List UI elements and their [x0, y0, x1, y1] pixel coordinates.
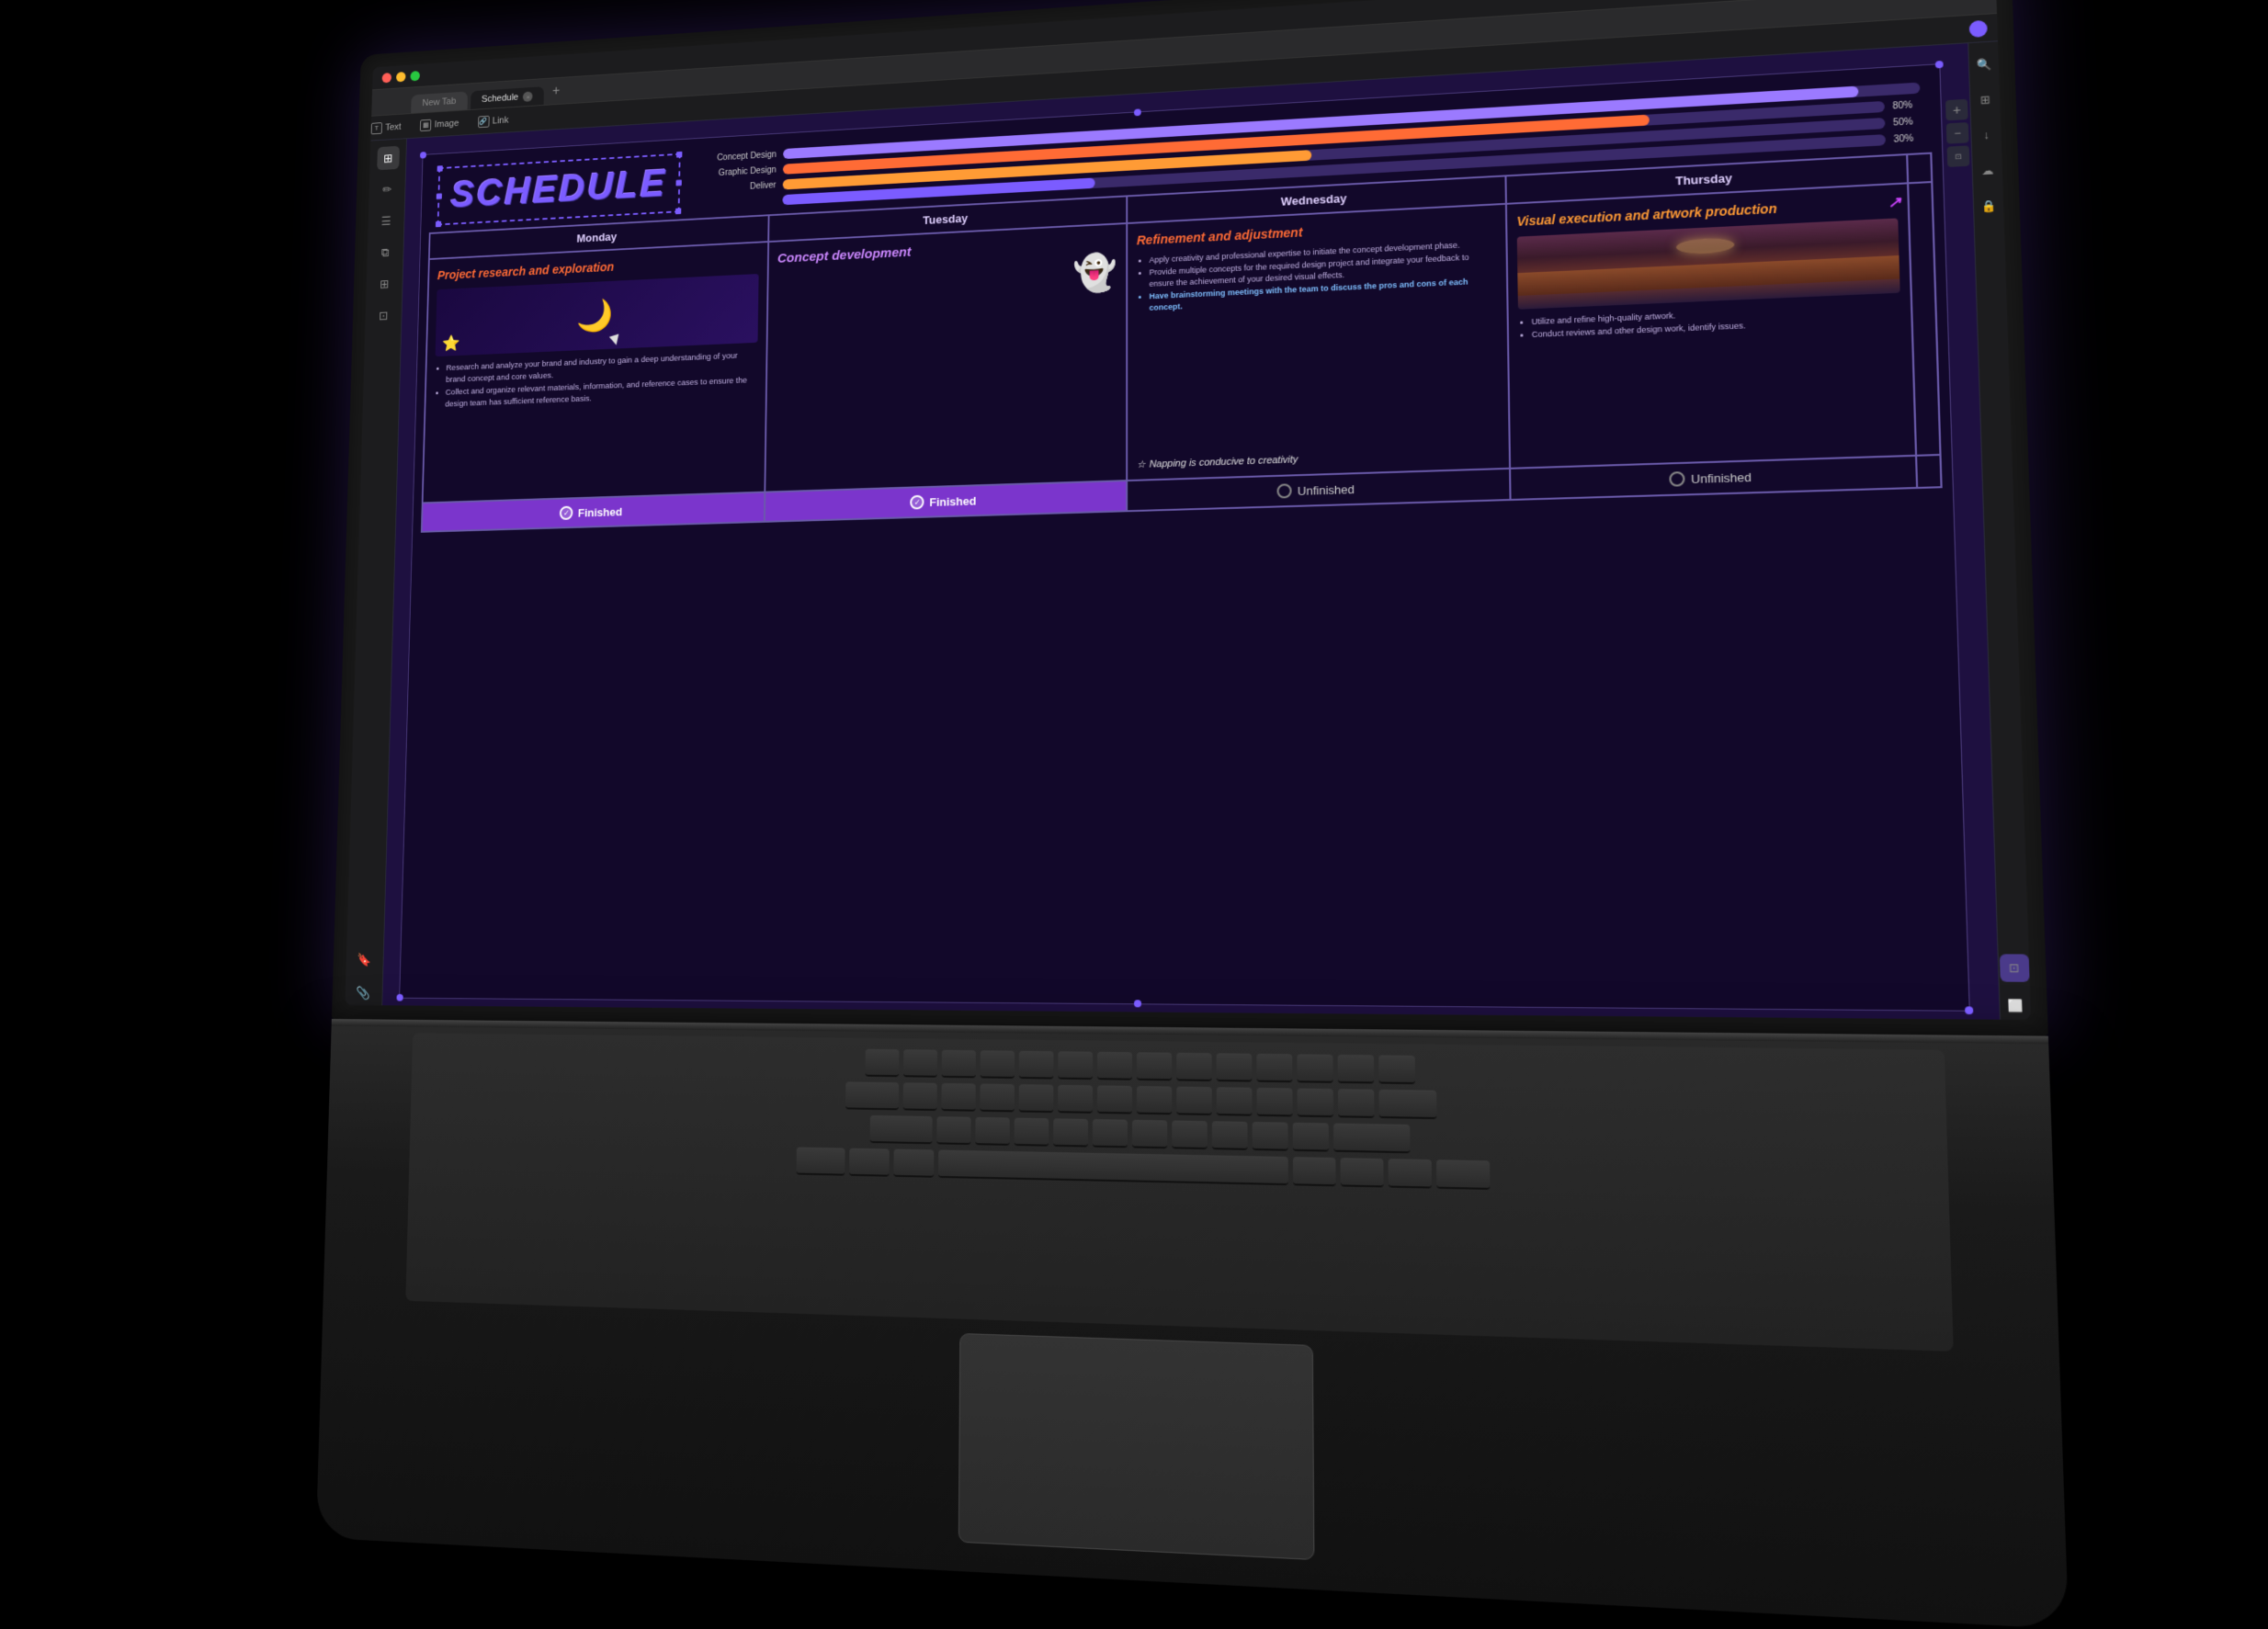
- right-sidebar-icon-1[interactable]: 🔍: [1969, 51, 1999, 78]
- status-extra: [1916, 455, 1942, 488]
- toolbar-circle-button[interactable]: [1969, 19, 1988, 37]
- schedule-document: SCHEDULE Concept Design: [399, 63, 1970, 1012]
- sidebar-book-icon[interactable]: ☰: [375, 209, 398, 233]
- check-icon-tuesday: ✓: [910, 495, 924, 510]
- resize-handle-bl[interactable]: [396, 994, 403, 1001]
- progress-pct-4: 30%: [1893, 132, 1922, 144]
- right-sidebar-icon-3[interactable]: ↓: [1972, 121, 2002, 149]
- tuesday-title: Concept development: [777, 233, 1117, 267]
- resize-handle-br[interactable]: [1965, 1006, 1973, 1014]
- image-tool-button[interactable]: ▦ Image: [420, 117, 459, 130]
- keyboard-row-spacebar: [797, 1147, 1491, 1190]
- sidebar-grid-icon[interactable]: ⊞: [373, 272, 396, 297]
- progress-label-3: Deliver: [705, 180, 777, 193]
- status-monday-label: Finished: [578, 504, 622, 519]
- table-cell-monday: Project research and exploration 🌙 ⭐ Res…: [423, 242, 769, 503]
- star-icon: ☆: [1137, 458, 1146, 470]
- new-tab-button[interactable]: +: [546, 83, 567, 99]
- sidebar-edit-icon[interactable]: ✏: [376, 177, 399, 202]
- progress-label-4: [705, 200, 776, 204]
- thursday-image: [1517, 219, 1900, 310]
- status-wednesday-label: Unfinished: [1298, 482, 1355, 498]
- circle-icon-thursday: [1670, 471, 1685, 487]
- screen-content: New Tab Schedule × + T Text ▦ Image: [345, 0, 2031, 1020]
- progress-label-1: Concept Design: [705, 150, 776, 164]
- text-tool-button[interactable]: T Text: [371, 120, 402, 134]
- fit-button[interactable]: ⊡: [1947, 145, 1970, 167]
- sidebar-photo-icon[interactable]: ⊡: [372, 303, 395, 328]
- link-tool-icon: 🔗: [478, 115, 490, 127]
- table-cell-tuesday: Concept development 👻: [765, 223, 1127, 492]
- check-icon-monday: ✓: [560, 506, 573, 520]
- link-tool-button[interactable]: 🔗 Link: [478, 114, 509, 128]
- traffic-light-red[interactable]: [382, 73, 392, 83]
- wednesday-note: ☆ Napping is conducive to creativity: [1137, 447, 1500, 470]
- keyboard-base: [316, 1019, 2069, 1629]
- keyboard-row-3: [869, 1115, 1410, 1153]
- keyboard-row-1: [865, 1049, 1414, 1084]
- table-cell-wednesday: Refinement and adjustment Apply creativi…: [1127, 204, 1510, 481]
- right-sidebar-icon-4[interactable]: ☁: [1973, 157, 2002, 185]
- traffic-light-yellow[interactable]: [396, 72, 406, 82]
- tuesday-ghost: 👻: [1072, 251, 1117, 294]
- circle-icon-wednesday: [1277, 483, 1292, 498]
- tab-close-icon[interactable]: ×: [523, 91, 533, 101]
- resize-handle-tr[interactable]: [1935, 61, 1944, 69]
- screen-bezel: New Tab Schedule × + T Text ▦ Image: [332, 0, 2048, 1036]
- schedule-title-text: SCHEDULE: [450, 163, 667, 217]
- table-header-extra: [1907, 153, 1932, 184]
- sidebar-clip-icon[interactable]: 📎: [352, 980, 376, 1005]
- schedule-title-box: SCHEDULE: [437, 153, 681, 226]
- progress-pct-3: 50%: [1893, 116, 1922, 128]
- tab-new-tab[interactable]: New Tab: [411, 92, 468, 114]
- progress-label-2: Graphic Design: [705, 165, 776, 179]
- right-sidebar-icon-2[interactable]: ⊞: [1970, 86, 2000, 114]
- status-tuesday-label: Finished: [929, 493, 976, 508]
- arrow-icon: ↗: [1888, 194, 1901, 214]
- sidebar-home-icon[interactable]: ⊞: [377, 146, 400, 171]
- zoom-out-button[interactable]: −: [1946, 122, 1969, 144]
- wednesday-bullets: Apply creativity and professional expert…: [1137, 238, 1499, 452]
- status-thursday-label: Unfinished: [1691, 469, 1752, 485]
- progress-pct-2: 80%: [1892, 99, 1921, 111]
- monday-image: 🌙 ⭐: [436, 274, 759, 356]
- resize-handle-bc[interactable]: [1134, 1000, 1141, 1007]
- sidebar-layers-icon[interactable]: ⧉: [374, 240, 397, 265]
- text-tool-icon: T: [371, 122, 382, 134]
- image-tool-icon: ▦: [420, 119, 431, 130]
- keyboard-row-2: [845, 1081, 1436, 1119]
- table-cell-thursday: Visual execution and artwork production …: [1506, 183, 1916, 468]
- traffic-light-green[interactable]: [410, 71, 420, 81]
- keyboard-deck: [405, 1033, 1954, 1352]
- sidebar-bookmark-icon[interactable]: 🔖: [353, 947, 377, 972]
- canvas-area: SCHEDULE Concept Design: [382, 43, 2000, 1020]
- zoom-controls: + − ⊡: [1945, 99, 1969, 167]
- right-sidebar-icon-6[interactable]: ⊡: [1999, 954, 2029, 981]
- right-sidebar-icon-5[interactable]: 🔒: [1974, 192, 2003, 220]
- zoom-in-button[interactable]: +: [1945, 99, 1968, 121]
- trackpad[interactable]: [958, 1333, 1315, 1560]
- monday-bullets: Research and analyze your brand and indu…: [434, 349, 757, 411]
- right-sidebar-icon-7[interactable]: ⬜: [2001, 991, 2031, 1020]
